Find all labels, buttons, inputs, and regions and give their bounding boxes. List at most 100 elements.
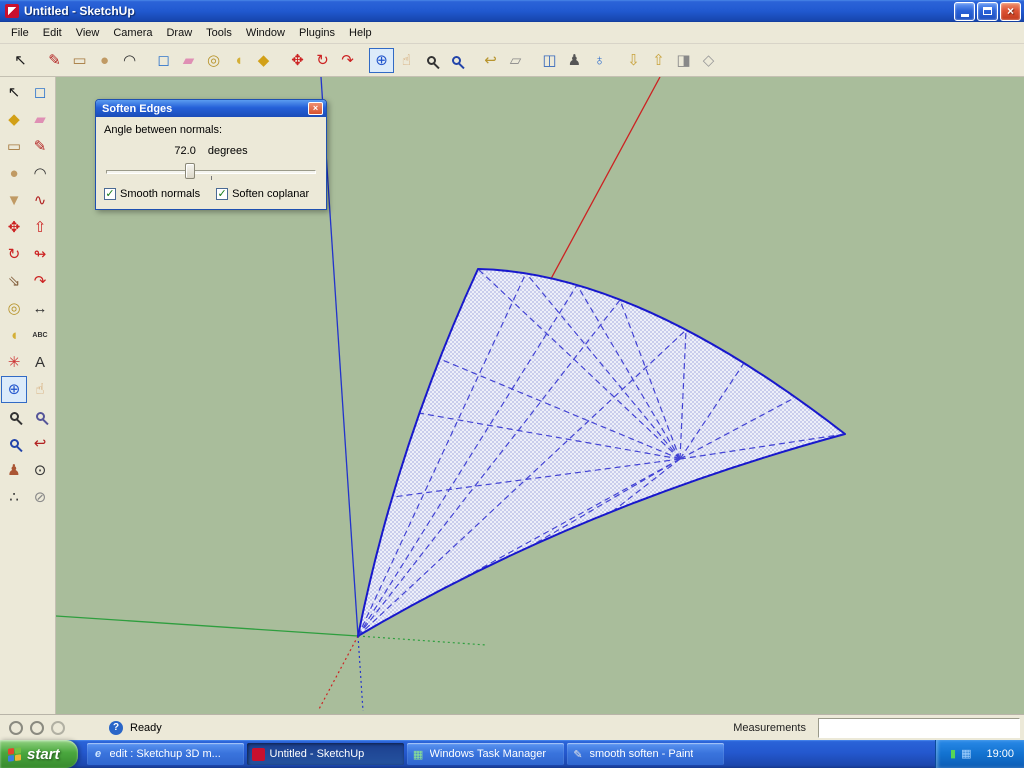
checkbox-box[interactable]: ✓ [104, 188, 116, 200]
eraser-button[interactable]: ▰ [27, 106, 53, 133]
move-button[interactable]: ✥ [285, 48, 310, 73]
previous-view-button[interactable]: ↩ [27, 430, 53, 457]
slider-track[interactable] [106, 170, 316, 174]
close-button[interactable]: × [1000, 1, 1021, 21]
rectangle-button[interactable]: ▭ [1, 133, 27, 160]
arc-button[interactable]: ◠ [27, 160, 53, 187]
menu-view[interactable]: View [69, 24, 107, 42]
warehouse-button[interactable]: ◇ [696, 48, 721, 73]
menu-camera[interactable]: Camera [106, 24, 159, 42]
taskbar-task[interactable]: Untitled - SketchUp [246, 743, 404, 765]
eraser-button[interactable]: ▰ [176, 48, 201, 73]
position-person-button[interactable]: ♟ [562, 48, 587, 73]
menu-window[interactable]: Window [239, 24, 292, 42]
status-circle-1-icon[interactable] [9, 720, 23, 735]
walk-button[interactable]: ∴ [1, 484, 27, 511]
previous-view-button[interactable]: ↩ [478, 48, 503, 73]
menu-help[interactable]: Help [342, 24, 379, 42]
maximize-button[interactable] [977, 1, 998, 21]
push-pull-button[interactable]: ◻ [151, 48, 176, 73]
start-button[interactable]: start [0, 740, 78, 768]
make-component-button[interactable]: ◻ [27, 79, 53, 106]
measurements-input[interactable] [818, 717, 1020, 738]
tape-measure-icon: ◎ [206, 51, 221, 69]
menu-edit[interactable]: Edit [36, 24, 69, 42]
checkbox-box[interactable]: ✓ [216, 188, 229, 200]
angle-slider[interactable] [106, 161, 316, 181]
slider-thumb[interactable] [185, 163, 195, 179]
zoom-window-button[interactable] [27, 403, 53, 430]
circle-button[interactable]: ● [92, 48, 117, 73]
freehand-icon: ∿ [33, 192, 47, 209]
pan-button[interactable]: ☝ [394, 48, 419, 73]
axes-button[interactable]: ✳ [1, 349, 27, 376]
taskbar-task[interactable]: e edit : Sketchup 3D m... [86, 743, 244, 765]
polygon-button[interactable]: ▼ [1, 187, 27, 214]
tape-measure-button[interactable]: ◎ [201, 48, 226, 73]
line-button[interactable]: ✎ [42, 48, 67, 73]
get-models-button[interactable]: ⇩ [621, 48, 646, 73]
line-button[interactable]: ✎ [27, 133, 53, 160]
section-plane-button[interactable]: ⊘ [27, 484, 53, 511]
minimize-button[interactable] [954, 1, 975, 21]
select-button[interactable]: ↖ [8, 48, 33, 73]
move-button[interactable]: ✥ [1, 214, 27, 241]
orbit-button[interactable]: ⊕ [1, 376, 27, 403]
rectangle-button[interactable]: ▭ [67, 48, 92, 73]
checkbox-soften-coplanar[interactable]: ✓ Soften coplanar [216, 188, 309, 200]
rotate-button[interactable]: ↻ [310, 48, 335, 73]
paint-bucket-button[interactable]: ◆ [1, 106, 27, 133]
follow-me-button[interactable]: ↬ [27, 241, 53, 268]
rectangle-icon: ▭ [6, 138, 22, 155]
offset-button[interactable]: ↷ [27, 268, 53, 295]
menu-plugins[interactable]: Plugins [292, 24, 342, 42]
text-3d-button[interactable]: A [27, 349, 53, 376]
text-button[interactable]: ABC [27, 322, 53, 349]
pan-button[interactable]: ☝ [27, 376, 53, 403]
model-box-button[interactable]: ◨ [671, 48, 696, 73]
position-camera-button[interactable]: ♟ [1, 457, 27, 484]
component-browser-button[interactable]: ◫ [537, 48, 562, 73]
scale-button[interactable]: ⇘ [1, 268, 27, 295]
protractor-button[interactable]: ◖ [226, 48, 251, 73]
status-circle-3-icon[interactable] [51, 720, 65, 735]
upload-model-button[interactable]: ⇧ [646, 48, 671, 73]
menu-tools[interactable]: Tools [199, 24, 239, 42]
help-icon[interactable]: ? [109, 720, 123, 735]
taskbar-task[interactable]: ▦ Windows Task Manager [406, 743, 564, 765]
safety-icon[interactable]: ▮ [950, 748, 956, 760]
titlebar[interactable]: Untitled - SketchUp × [0, 0, 1024, 22]
rotate-button[interactable]: ↻ [1, 241, 27, 268]
select-button[interactable]: ↖ [1, 79, 27, 106]
orbit-button[interactable]: ⊕ [369, 47, 394, 73]
menu-draw[interactable]: Draw [159, 24, 199, 42]
dimension-button[interactable]: ↔ [27, 295, 53, 322]
taskbar-task[interactable]: ✎ smooth soften - Paint [566, 743, 724, 765]
look-around-button[interactable]: ⊙ [27, 457, 53, 484]
status-circle-2-icon[interactable] [30, 720, 44, 735]
checkbox-smooth-normals[interactable]: ✓ Smooth normals [104, 188, 200, 200]
web-browser-button[interactable]: ♁ [587, 48, 612, 73]
zoom-button[interactable] [1, 403, 27, 430]
circle-button[interactable]: ● [1, 160, 27, 187]
push-pull-button[interactable]: ⇧ [27, 214, 53, 241]
dialog-titlebar[interactable]: Soften Edges × [96, 100, 326, 117]
protractor-button[interactable]: ◖ [1, 322, 27, 349]
face-style-button[interactable]: ▱ [503, 48, 528, 73]
offset-button[interactable]: ↷ [335, 48, 360, 73]
zoom-extents-button[interactable] [444, 48, 469, 73]
arc-button[interactable]: ◠ [117, 48, 142, 73]
windows-flag-icon [8, 746, 21, 762]
freehand-button[interactable]: ∿ [27, 187, 53, 214]
dialog-close-button[interactable]: × [308, 102, 323, 115]
orbit-icon: ⊕ [375, 51, 388, 69]
zoom-button[interactable] [419, 48, 444, 73]
paint-bucket-button[interactable]: ◆ [251, 48, 276, 73]
viewport[interactable]: Soften Edges × Angle between normals: 72… [56, 77, 1024, 714]
sketchup-icon [251, 747, 265, 761]
menu-file[interactable]: File [4, 24, 36, 42]
soften-edges-dialog[interactable]: Soften Edges × Angle between normals: 72… [95, 99, 327, 210]
zoom-extents-button[interactable] [1, 430, 27, 457]
tape-measure-button[interactable]: ◎ [1, 295, 27, 322]
network-icon[interactable]: ▦ [961, 748, 971, 760]
